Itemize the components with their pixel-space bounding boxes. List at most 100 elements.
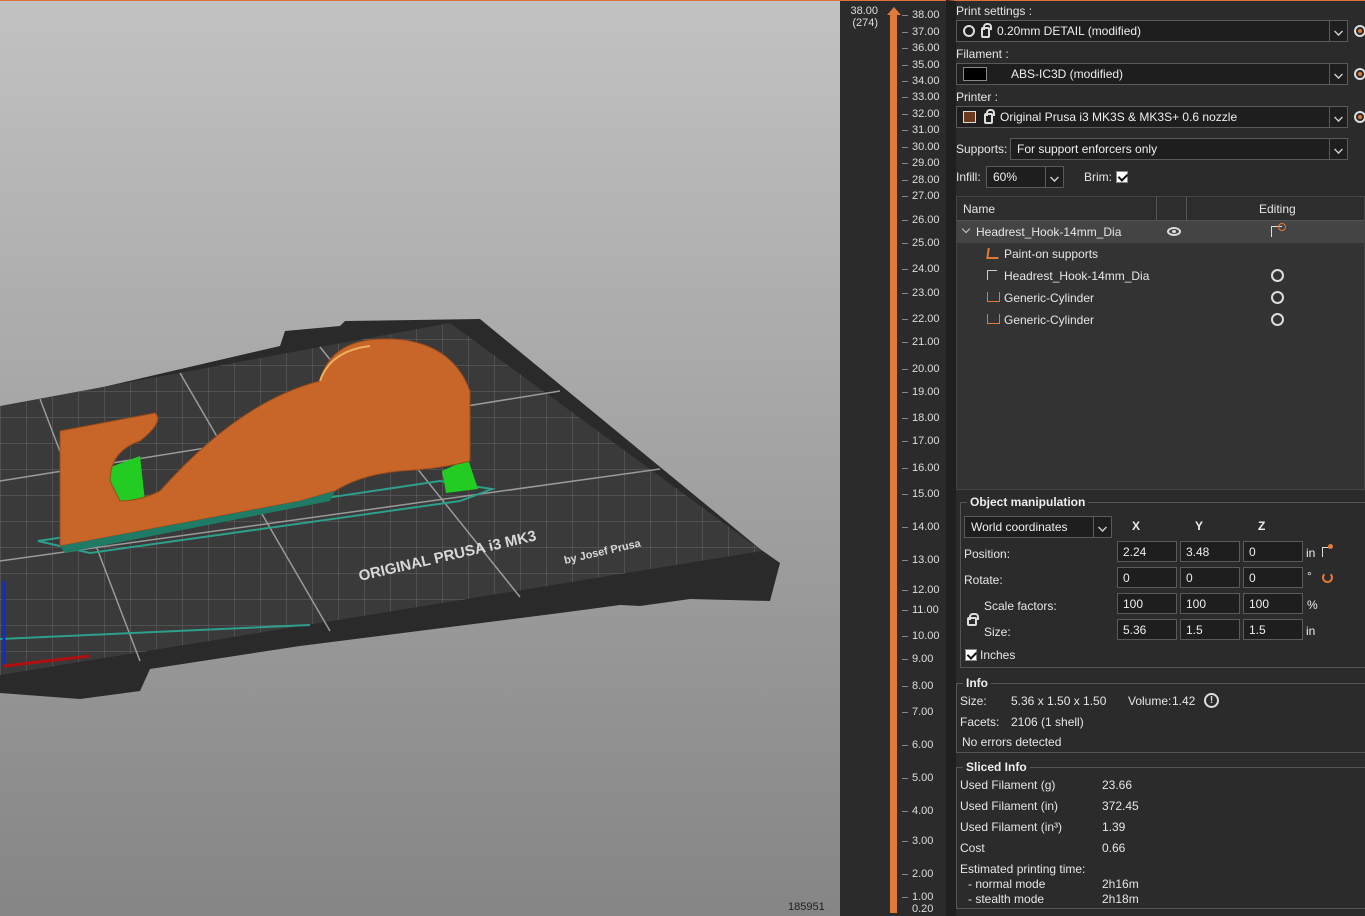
size-x-field[interactable]: 5.36 [1117,619,1177,640]
item-name: Paint-on supports [1004,247,1099,261]
tick-mark [902,196,908,197]
tick-label: 20.00 [912,363,940,375]
tick-label: 31.00 [912,124,940,136]
col-name[interactable]: Name [963,202,995,216]
list-item[interactable]: Headrest_Hook-14mm_Dia [957,265,1364,287]
edit-settings-icon[interactable] [1271,223,1286,237]
group-title: Info [963,676,991,690]
print-settings-edit-icon[interactable] [1354,25,1365,37]
scale-unit: % [1307,598,1318,612]
tick-mark [902,114,908,115]
brim-checkbox[interactable] [1116,171,1128,183]
object-list[interactable]: Name Editing Headrest_Hook-14mm_Dia Pain… [956,196,1365,490]
tick-label: 1.00 [912,891,934,903]
3d-viewport[interactable]: ORIGINAL PRUSA i3 MK3 by Josef Prusa 185… [0,0,840,916]
printer-combo[interactable]: Original Prusa i3 MK3S & MK3S+ 0.6 nozzl… [956,106,1348,128]
axis-x-label: X [1132,519,1141,533]
filament-label: Filament : [956,47,1009,61]
item-name: Generic-Cylinder [1004,313,1095,327]
tick-mark [902,97,908,98]
tick-label: 22.00 [912,313,940,325]
info-size-label: Size: [960,694,987,708]
infill-combo[interactable]: 60% [986,166,1064,188]
filament-color-swatch[interactable] [963,67,987,81]
rotate-z-field[interactable]: 0 [1243,567,1303,588]
slider-bottom-value: 0.20 [912,903,934,915]
part-icon [987,270,997,280]
tick-label: 10.00 [912,630,940,642]
eye-icon[interactable] [1167,227,1181,236]
object-row[interactable]: Headrest_Hook-14mm_Dia [957,221,1364,243]
tick-mark [902,369,908,370]
inches-checkbox[interactable] [965,649,977,661]
filament-combo[interactable]: ABS-IC3D (modified) [956,63,1348,85]
scale-x-field[interactable]: 100 [1117,593,1177,614]
tick-label: 30.00 [912,141,940,153]
position-x-field[interactable]: 2.24 [1117,541,1177,562]
scale-y-field[interactable]: 100 [1180,593,1240,614]
infill-value: 60% [993,170,1018,184]
col-editing[interactable]: Editing [1259,202,1296,216]
drop-to-bed-icon[interactable] [1322,544,1333,557]
tick-mark [902,293,908,294]
group-title: Object manipulation [967,495,1089,509]
printer-edit-icon[interactable] [1354,111,1365,123]
tick-label: 16.00 [912,462,940,474]
layer-slider-track[interactable] [890,13,897,913]
brim-label: Brim: [1084,170,1112,184]
reset-rotation-icon[interactable] [1322,572,1333,583]
size-label: Size: [984,625,1011,639]
list-item[interactable]: Paint-on supports [957,243,1364,265]
tick-mark [902,65,908,66]
tick-label: 25.00 [912,237,940,249]
supports-combo[interactable]: For support enforcers only [1010,138,1348,160]
coordinate-system-combo[interactable]: World coordinates [964,516,1112,538]
position-z-field[interactable]: 0 [1243,541,1303,562]
gear-icon[interactable] [1271,291,1284,304]
scene[interactable]: ORIGINAL PRUSA i3 MK3 by Josef Prusa [0,1,840,916]
tick-label: 17.00 [912,435,940,447]
print-settings-combo[interactable]: 0.20mm DETAIL (modified) [956,20,1348,42]
position-y-field[interactable]: 3.48 [1180,541,1240,562]
tick-mark [902,269,908,270]
sliced-value: 372.45 [1102,799,1139,813]
size-y-field[interactable]: 1.5 [1180,619,1240,640]
tick-mark [902,180,908,181]
chevron-down-icon[interactable] [961,224,971,234]
tick-mark [902,130,908,131]
info-errors: No errors detected [962,735,1062,749]
size-unit: in [1306,624,1316,638]
list-item[interactable]: Generic-Cylinder [957,309,1364,331]
gear-icon[interactable] [1271,313,1284,326]
filament-edit-icon[interactable] [1354,68,1365,80]
tick-mark [902,441,908,442]
size-z-field[interactable]: 1.5 [1243,619,1303,640]
info-alert-icon[interactable]: ! [1204,693,1219,708]
tick-mark [902,897,908,898]
info-facets-value: 2106 (1 shell) [1011,715,1084,729]
sliced-label: Used Filament (in) [960,799,1059,813]
scale-z-field[interactable]: 100 [1243,593,1303,614]
lock-icon[interactable] [967,613,979,626]
tick-label: 12.00 [912,584,940,596]
tick-label: 4.00 [912,805,934,817]
rotate-x-field[interactable]: 0 [1117,567,1177,588]
tick-mark [902,527,908,528]
tick-mark [902,560,908,561]
tick-mark [902,342,908,343]
rotate-unit: ° [1307,569,1312,583]
tick-label: 5.00 [912,772,934,784]
rotate-y-field[interactable]: 0 [1180,567,1240,588]
printer-icon [963,111,976,123]
group-title: Sliced Info [963,760,1030,774]
print-settings-value: 0.20mm DETAIL (modified) [997,24,1142,38]
tick-label: 35.00 [912,59,940,71]
layer-slider-panel[interactable]: 38.00 (274) 38.00 37.00 36.00 35.00 34.00 33.… [840,0,946,916]
support-enforcer-icon [987,314,1000,324]
gear-icon[interactable] [1271,269,1284,282]
position-unit: in [1306,546,1316,560]
inches-label: Inches [980,648,1016,662]
tick-mark [902,712,908,713]
list-item[interactable]: Generic-Cylinder [957,287,1364,309]
sliced-value: 0.66 [1102,841,1126,855]
